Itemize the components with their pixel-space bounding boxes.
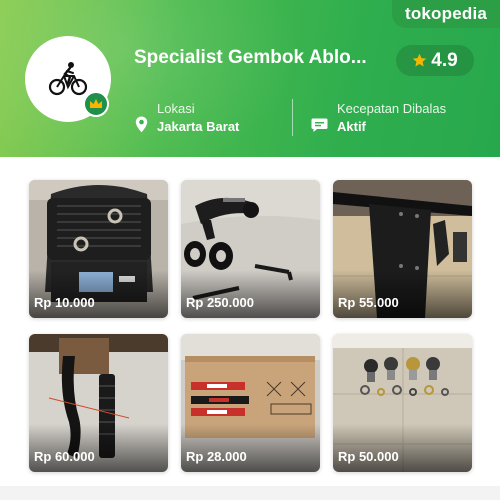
crown-icon <box>90 99 102 108</box>
product-price: Rp 50.000 <box>338 449 399 464</box>
cyclist-icon <box>48 62 88 96</box>
product-price: Rp 60.000 <box>34 449 95 464</box>
price-overlay <box>29 424 168 472</box>
bottom-strip <box>0 486 500 500</box>
star-icon <box>413 53 427 67</box>
info-divider <box>292 99 293 136</box>
product-price: Rp 55.000 <box>338 295 399 310</box>
product-price: Rp 10.000 <box>34 295 95 310</box>
location-value: Jakarta Barat <box>157 119 240 134</box>
price-overlay <box>333 424 472 472</box>
location-label: Lokasi <box>157 101 195 116</box>
product-card[interactable]: Rp 250.000 <box>181 180 320 318</box>
chat-bubble-icon <box>311 118 328 132</box>
shop-header: tokopedia Specialist Gembok Ablo... 4.9 … <box>0 0 500 157</box>
product-card[interactable]: Rp 60.000 <box>29 334 168 472</box>
rating-badge: 4.9 <box>396 45 474 76</box>
price-overlay <box>181 424 320 472</box>
rating-value: 4.9 <box>431 49 458 71</box>
product-card[interactable]: Rp 10.000 <box>29 180 168 318</box>
price-overlay <box>333 270 472 318</box>
brand-logo: tokopedia <box>392 0 500 28</box>
shop-name[interactable]: Specialist Gembok Ablo... <box>134 47 386 69</box>
response-speed-label: Kecepatan Dibalas <box>337 101 447 116</box>
official-store-badge <box>83 91 109 117</box>
response-speed-value: Aktif <box>337 119 366 134</box>
product-price: Rp 28.000 <box>186 449 247 464</box>
product-card[interactable]: Rp 50.000 <box>333 334 472 472</box>
price-overlay <box>181 270 320 318</box>
product-card[interactable]: Rp 55.000 <box>333 180 472 318</box>
map-pin-icon <box>135 116 148 133</box>
product-price: Rp 250.000 <box>186 295 254 310</box>
product-card[interactable]: Rp 28.000 <box>181 334 320 472</box>
price-overlay <box>29 270 168 318</box>
